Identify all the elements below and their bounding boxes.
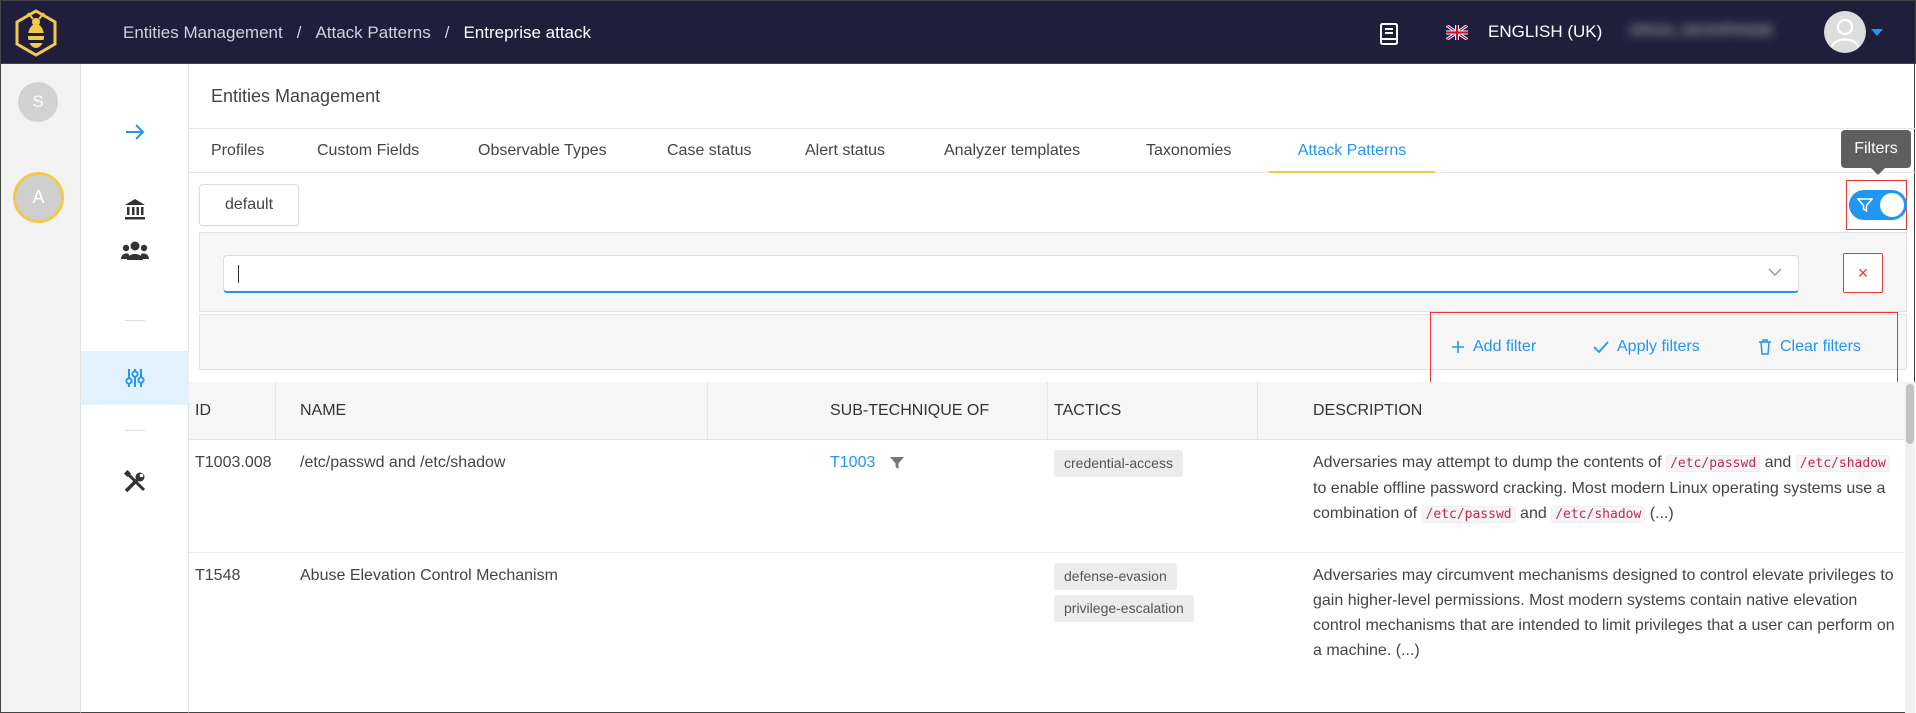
apply-filters-label: Apply filters	[1617, 338, 1700, 355]
chevron-down-icon[interactable]	[1768, 268, 1782, 277]
top-bar: Entities Management / Attack Patterns / …	[0, 0, 1916, 64]
tactic-tag: credential-access	[1054, 450, 1183, 477]
filters-tooltip: Filters	[1841, 130, 1911, 175]
filter-field-select[interactable]	[223, 255, 1799, 293]
page-title: Entities Management	[211, 86, 381, 106]
org-avatar-s[interactable]: S	[18, 82, 58, 122]
attack-patterns-table: ID NAME SUB-TECHNIQUE OF TACTICS DESCRIP…	[189, 382, 1905, 713]
column-header-description[interactable]: DESCRIPTION	[1313, 382, 1422, 440]
table-row[interactable]: T1548 Abuse Elevation Control Mechanism …	[189, 553, 1905, 713]
organisation-sidebar: S A	[0, 64, 81, 713]
tactic-tag: privilege-escalation	[1054, 595, 1194, 622]
description-text: Adversaries may attempt to dump the cont…	[1313, 454, 1667, 471]
tab-attack-patterns[interactable]: Attack Patterns	[1269, 129, 1435, 173]
toggle-knob	[1880, 193, 1904, 217]
filter-icon	[1857, 198, 1873, 212]
tactic-tag: defense-evasion	[1054, 563, 1177, 590]
user-avatar[interactable]	[1824, 11, 1866, 53]
user-menu-caret-icon[interactable]	[1871, 29, 1883, 36]
row-tactics: credential-access	[1054, 450, 1183, 482]
tab-profiles[interactable]: Profiles	[211, 129, 264, 173]
description-text: and	[1515, 505, 1552, 522]
filter-preset-button[interactable]: default	[199, 184, 299, 226]
nav-divider	[125, 430, 145, 431]
tab-case-status[interactable]: Case status	[667, 129, 751, 173]
tab-taxonomies[interactable]: Taxonomies	[1146, 129, 1231, 173]
nav-divider	[125, 320, 145, 321]
tab-observable-types[interactable]: Observable Types	[478, 129, 607, 173]
column-header-sub-technique[interactable]: SUB-TECHNIQUE OF	[830, 382, 989, 440]
clear-filters-button[interactable]: Clear filters	[1758, 338, 1861, 356]
users-icon	[121, 241, 149, 260]
code-snippet: /etc/passwd	[1666, 455, 1761, 472]
clear-filters-label: Clear filters	[1780, 338, 1861, 355]
navigation-sidebar	[81, 64, 189, 713]
add-filter-button[interactable]: Add filter	[1451, 338, 1536, 356]
breadcrumb-item[interactable]: Attack Patterns	[315, 23, 430, 43]
language-selector[interactable]: ENGLISH (UK)	[1488, 22, 1602, 42]
check-icon	[1593, 341, 1609, 353]
column-divider	[1257, 382, 1258, 440]
row-name[interactable]: /etc/passwd and /etc/shadow	[300, 450, 505, 475]
thehive-logo-icon[interactable]	[13, 9, 59, 57]
username[interactable]: ARSAL DESHPANDE	[1629, 22, 1774, 39]
column-header-name[interactable]: NAME	[300, 382, 346, 440]
uk-flag-icon[interactable]	[1446, 25, 1468, 40]
column-header-id[interactable]: ID	[195, 382, 211, 440]
column-divider	[275, 382, 276, 440]
sub-technique-link[interactable]: T1003	[830, 450, 875, 475]
row-id: T1548	[195, 567, 241, 584]
apply-filters-button[interactable]: Apply filters	[1593, 338, 1700, 356]
table-row[interactable]: T1003.008 /etc/passwd and /etc/shadow T1…	[189, 440, 1905, 553]
main-content: Entities Management Profiles Custom Fiel…	[189, 64, 1915, 713]
breadcrumb-current: Entreprise attack	[463, 23, 592, 42]
breadcrumb: Entities Management / Attack Patterns / …	[123, 1, 591, 65]
trash-icon	[1759, 339, 1771, 355]
org-avatar-a-active[interactable]: A	[13, 172, 64, 223]
sliders-icon	[125, 369, 145, 387]
code-snippet: /etc/shadow	[1795, 455, 1890, 472]
plus-icon	[1452, 341, 1464, 353]
column-divider	[1047, 382, 1048, 440]
row-tactics: defense-evasion privilege-escalation	[1054, 563, 1194, 627]
column-divider	[707, 382, 708, 440]
filters-toggle[interactable]	[1849, 190, 1907, 220]
row-description: Adversaries may circumvent mechanisms de…	[1313, 567, 1895, 659]
text-cursor	[238, 265, 239, 283]
bank-icon	[125, 199, 145, 220]
filter-panel: ×	[199, 232, 1907, 312]
breadcrumb-separator: /	[296, 23, 302, 42]
code-snippet: /etc/shadow	[1551, 506, 1646, 523]
arrow-right-icon	[126, 124, 145, 140]
table-scrollbar[interactable]	[1905, 382, 1915, 713]
code-snippet: /etc/passwd	[1421, 506, 1516, 523]
nav-platform-management[interactable]	[81, 457, 189, 507]
description-text: and	[1760, 454, 1796, 471]
nav-users[interactable]	[81, 226, 189, 276]
breadcrumb-item[interactable]: Entities Management	[123, 23, 283, 43]
description-text: (...)	[1645, 505, 1674, 522]
user-avatar-icon	[1830, 18, 1860, 48]
row-name[interactable]: Abuse Elevation Control Mechanism	[300, 563, 558, 588]
row-sub-technique: T1003	[830, 450, 905, 475]
filter-icon[interactable]	[889, 456, 905, 470]
add-filter-label: Add filter	[1473, 338, 1537, 355]
row-id: T1003.008	[195, 454, 272, 471]
remove-filter-button[interactable]: ×	[1843, 253, 1883, 293]
table-header: ID NAME SUB-TECHNIQUE OF TACTICS DESCRIP…	[189, 382, 1905, 440]
scrollbar-thumb[interactable]	[1906, 384, 1914, 444]
tools-icon	[123, 470, 146, 493]
tab-analyzer-templates[interactable]: Analyzer templates	[944, 129, 1080, 173]
row-description: Adversaries may attempt to dump the cont…	[1313, 450, 1901, 527]
documentation-book-icon[interactable]	[1379, 23, 1399, 45]
breadcrumb-separator: /	[444, 23, 450, 42]
tab-custom-fields[interactable]: Custom Fields	[317, 129, 419, 173]
nav-entities-management[interactable]	[81, 351, 189, 405]
expand-sidebar-button[interactable]	[81, 107, 189, 157]
column-header-tactics[interactable]: TACTICS	[1054, 382, 1121, 440]
entity-tabs: Profiles Custom Fields Observable Types …	[189, 129, 1915, 173]
tab-alert-status[interactable]: Alert status	[805, 129, 885, 173]
